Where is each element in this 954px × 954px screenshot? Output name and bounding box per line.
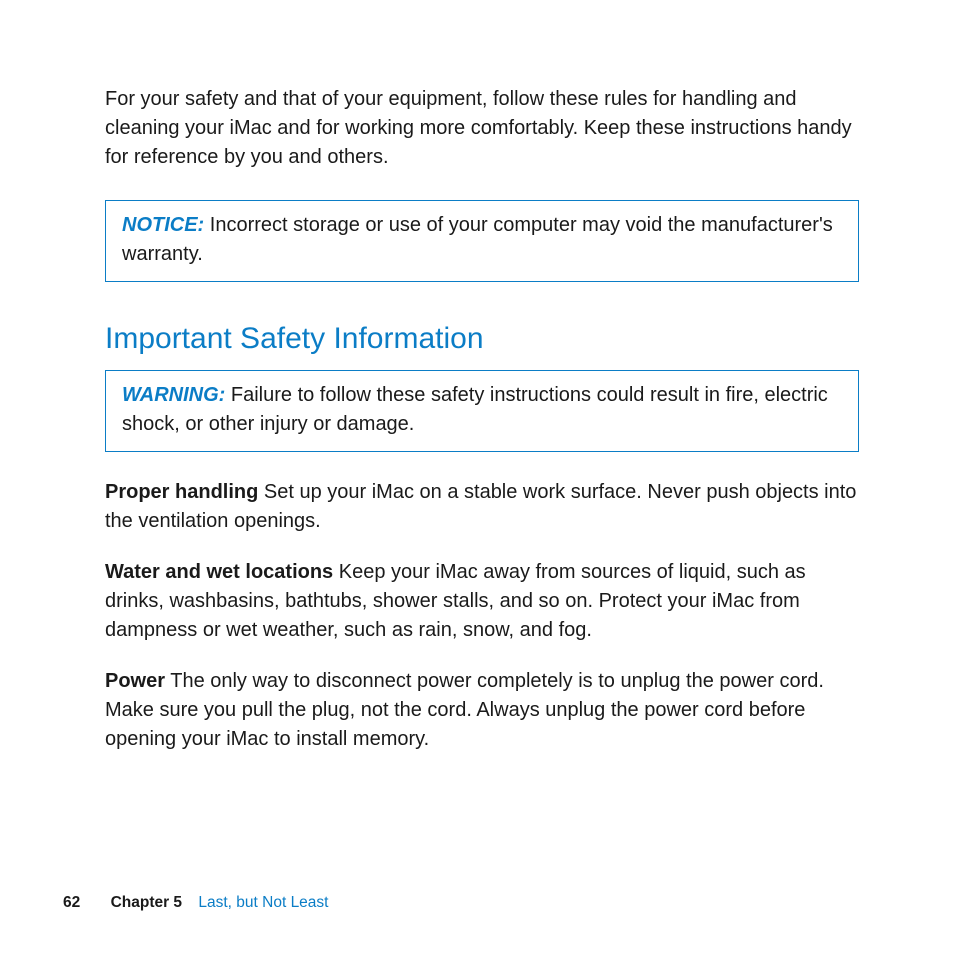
page-number: 62 xyxy=(63,894,80,911)
document-page: For your safety and that of your equipme… xyxy=(0,0,954,754)
intro-paragraph: For your safety and that of your equipme… xyxy=(105,85,859,172)
chapter-label: Chapter 5 xyxy=(111,894,183,911)
page-footer: 62 Chapter 5 Last, but Not Least xyxy=(63,894,328,912)
chapter-title: Last, but Not Least xyxy=(198,894,328,911)
notice-callout: NOTICE: Incorrect storage or use of your… xyxy=(105,200,859,282)
run-in-heading: Power xyxy=(105,670,165,692)
paragraph-water: Water and wet locations Keep your iMac a… xyxy=(105,558,859,645)
paragraph-text: The only way to disconnect power complet… xyxy=(105,670,824,750)
run-in-heading: Proper handling xyxy=(105,481,258,503)
warning-callout: WARNING: Failure to follow these safety … xyxy=(105,370,859,452)
notice-label: NOTICE: xyxy=(122,214,204,236)
paragraph-power: Power The only way to disconnect power c… xyxy=(105,667,859,754)
paragraph-proper-handling: Proper handling Set up your iMac on a st… xyxy=(105,478,859,536)
section-heading: Important Safety Information xyxy=(105,322,859,356)
run-in-heading: Water and wet locations xyxy=(105,561,333,583)
warning-label: WARNING: xyxy=(122,384,225,406)
notice-text: Incorrect storage or use of your compute… xyxy=(122,214,833,265)
warning-text: Failure to follow these safety instructi… xyxy=(122,384,828,435)
